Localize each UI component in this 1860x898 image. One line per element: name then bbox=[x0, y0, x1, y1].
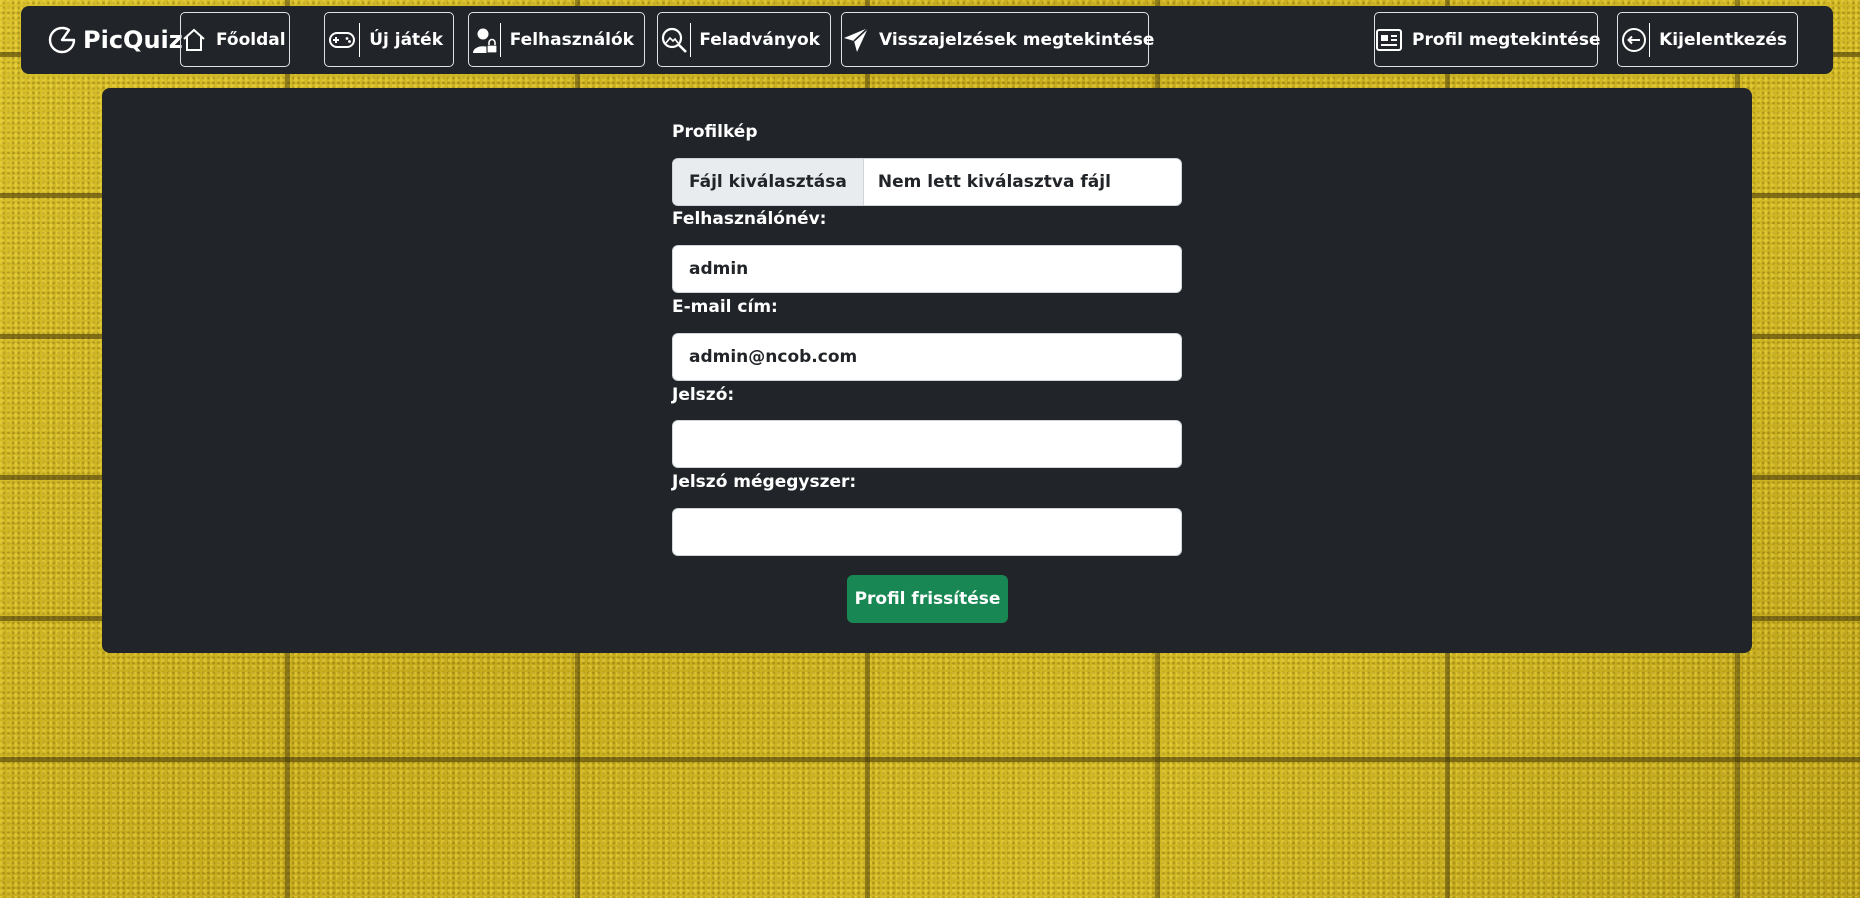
brand-name: PicQuiz bbox=[83, 26, 183, 54]
top-navbar: PicQuiz Főoldal Új játék Felhasználók Fe… bbox=[21, 6, 1833, 74]
password-confirm-label: Jelszó mégegyszer: bbox=[672, 472, 857, 492]
nav-feedback-button[interactable]: Visszajelzések megtekintése bbox=[841, 12, 1154, 67]
profile-pic-label: Profilkép bbox=[672, 122, 758, 142]
file-status-text: Nem lett kiválasztva fájl bbox=[877, 172, 1111, 192]
profile-edit-panel: Profilkép Fájl kiválasztása Nem lett kiv… bbox=[102, 88, 1752, 653]
nav-users-button[interactable]: Felhasználók bbox=[468, 12, 645, 67]
username-input[interactable]: admin bbox=[672, 245, 1182, 293]
profile-pic-file-input[interactable]: Fájl kiválasztása Nem lett kiválasztva f… bbox=[672, 158, 1182, 206]
nav-logout-label: Kijelentkezés bbox=[1659, 29, 1787, 50]
nav-new-game-button[interactable]: Új játék bbox=[324, 12, 454, 67]
email-label: E-mail cím: bbox=[672, 297, 778, 317]
choose-file-button[interactable]: Fájl kiválasztása bbox=[673, 159, 864, 205]
nav-home-label: Főoldal bbox=[216, 29, 286, 50]
nav-profile-button[interactable]: Profil megtekintése bbox=[1374, 12, 1600, 67]
password-confirm-input[interactable] bbox=[672, 508, 1182, 556]
username-label: Felhasználónév: bbox=[672, 209, 827, 229]
nav-logout-button[interactable]: Kijelentkezés bbox=[1617, 12, 1798, 67]
nav-users-label: Felhasználók bbox=[509, 29, 634, 50]
nav-home-button[interactable]: Főoldal bbox=[180, 12, 290, 67]
nav-feedback-label: Visszajelzések megtekintése bbox=[879, 29, 1155, 50]
password-label: Jelszó: bbox=[672, 385, 735, 405]
nav-puzzles-label: Feladványok bbox=[699, 29, 820, 50]
nav-puzzles-button[interactable]: Feladványok bbox=[657, 12, 831, 67]
password-input[interactable] bbox=[672, 420, 1182, 468]
profile-card-icon bbox=[1375, 28, 1403, 52]
logout-icon bbox=[1618, 27, 1649, 53]
send-icon bbox=[842, 26, 870, 54]
pacman-logo-icon bbox=[48, 26, 76, 54]
user-lock-icon bbox=[469, 26, 500, 54]
nav-profile-label: Profil megtekintése bbox=[1412, 29, 1601, 50]
gamepad-icon bbox=[325, 29, 359, 51]
email-input[interactable]: admin@ncob.com bbox=[672, 333, 1182, 381]
update-profile-button[interactable]: Profil frissítése bbox=[847, 575, 1008, 623]
nav-new-game-label: Új játék bbox=[369, 29, 443, 50]
search-image-icon bbox=[658, 26, 690, 54]
brand-logo[interactable]: PicQuiz bbox=[47, 6, 183, 74]
home-icon bbox=[181, 27, 207, 53]
